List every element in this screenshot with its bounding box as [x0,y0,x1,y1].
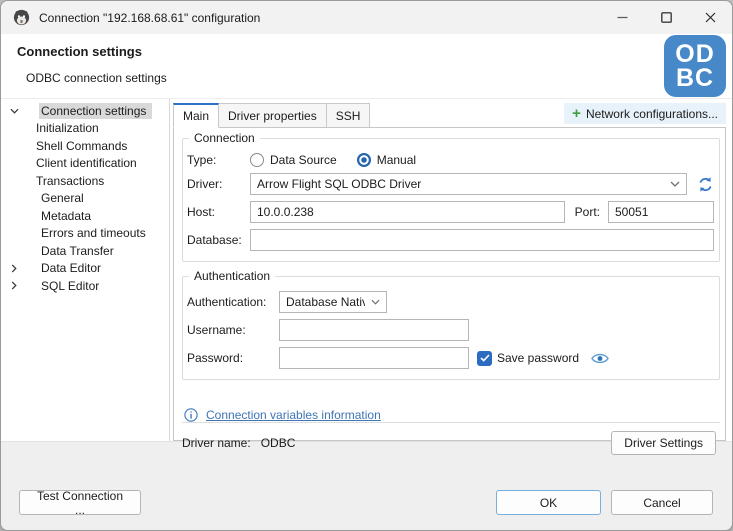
sidebar-item-label: Data Transfer [39,243,120,259]
radio-circle-icon [357,153,371,167]
port-label: Port: [575,205,600,219]
save-password-label: Save password [497,351,579,365]
close-icon [705,12,716,23]
authentication-label: Authentication: [187,295,279,309]
sidebar-item-connection-settings[interactable]: Connection settings [1,102,169,120]
title-bar: Connection "192.168.68.61" configuration [1,1,732,34]
sidebar-item-label: Errors and timeouts [39,225,152,241]
settings-tree: Connection settingsInitialization Shell C… [1,99,170,441]
network-configurations-label: Network configurations... [586,107,718,121]
connection-configuration-dialog: Connection "192.168.68.61" configuration… [0,0,733,531]
tab-ssh[interactable]: SSH [327,103,371,128]
sidebar-item-metadata[interactable]: Metadata [1,207,169,225]
odbc-logo-line2: BC [676,66,714,90]
sidebar-item-transactions[interactable]: Transactions [1,172,169,190]
maximize-icon [661,12,672,23]
sidebar-item-data-editor[interactable]: Data Editor [1,260,169,278]
variables-link-row: Connection variables information [184,408,720,422]
chevron-right-icon [7,281,21,290]
data-source-radio[interactable]: Data Source [250,153,337,167]
driver-combobox[interactable]: Arrow Flight SQL ODBC Driver [250,173,687,195]
authentication-combobox[interactable]: Database Native [279,291,387,313]
page-subtitle: ODBC connection settings [26,71,167,85]
authentication-combobox-value: Database Native [286,295,365,309]
ok-button[interactable]: OK [496,490,601,515]
sidebar-item-initialization[interactable]: Initialization [1,120,169,138]
password-input[interactable] [279,347,469,369]
type-label: Type: [187,153,250,167]
window-title: Connection "192.168.68.61" configuration [39,11,260,25]
driver-settings-button[interactable]: Driver Settings [611,431,716,455]
host-input[interactable] [250,201,565,223]
sidebar-item-errors-and-timeouts[interactable]: Errors and timeouts [1,225,169,243]
sidebar-item-label: Transactions [34,173,110,189]
sidebar-item-data-transfer[interactable]: Data Transfer [1,242,169,260]
close-button[interactable] [688,1,732,34]
driver-name-label: Driver name: [182,436,251,450]
page-title: Connection settings [17,44,142,59]
sidebar-item-label: SQL Editor [39,278,105,294]
sidebar-item-general[interactable]: General [1,190,169,208]
data-source-radio-label: Data Source [270,153,337,167]
plus-icon: + [572,106,581,121]
sidebar-item-label: Client identification [34,155,143,171]
show-password-eye-icon[interactable] [591,352,609,365]
connection-variables-link[interactable]: Connection variables information [206,408,381,422]
connection-group-legend: Connection [189,131,260,145]
driver-name-value: ODBC [261,436,296,450]
sidebar-item-label: Metadata [39,208,97,224]
sidebar-item-label: Connection settings [39,103,152,119]
driver-name-row: Driver name: ODBC Driver Settings [182,422,720,463]
cancel-button[interactable]: Cancel [611,490,713,515]
odbc-logo-line1: OD [675,42,715,66]
password-label: Password: [187,351,279,365]
save-password-checkbox[interactable] [477,351,492,366]
refresh-driver-icon[interactable] [697,176,714,193]
main-content: MainDriver propertiesSSH + Network confi… [170,99,732,441]
username-input[interactable] [279,319,469,341]
port-input[interactable] [608,201,714,223]
chevron-down-icon [670,181,680,187]
network-configurations-button[interactable]: + Network configurations... [564,103,726,124]
sidebar-item-label: Shell Commands [34,138,133,154]
chevron-down-icon [371,299,380,305]
manual-radio[interactable]: Manual [357,153,416,167]
info-icon [184,408,198,422]
manual-radio-label: Manual [377,153,416,167]
sidebar-item-client-identification[interactable]: Client identification [1,155,169,173]
database-label: Database: [187,233,250,247]
chevron-right-icon [7,264,21,273]
maximize-button[interactable] [644,1,688,34]
dialog-header: Connection settings ODBC connection sett… [1,34,732,99]
authentication-group-legend: Authentication [189,269,275,283]
driver-label: Driver: [187,177,250,191]
tab-driver-properties[interactable]: Driver properties [219,103,327,128]
authentication-group: Authentication Authentication: Database … [182,276,720,380]
minimize-icon [617,12,628,23]
sidebar-item-shell-commands[interactable]: Shell Commands [1,137,169,155]
sidebar-item-label: Initialization [34,120,105,136]
odbc-logo: OD BC [664,35,726,97]
minimize-button[interactable] [600,1,644,34]
test-connection-button[interactable]: Test Connection ... [19,490,141,515]
main-tab-panel: Connection Type: Data Source Manual [173,127,726,441]
driver-combobox-value: Arrow Flight SQL ODBC Driver [257,177,664,191]
tab-bar: MainDriver propertiesSSH + Network confi… [173,101,726,127]
tab-main[interactable]: Main [173,103,219,128]
chevron-down-icon [7,108,21,114]
database-input[interactable] [250,229,714,251]
host-label: Host: [187,205,250,219]
sidebar-item-sql-editor[interactable]: SQL Editor [1,277,169,295]
dbeaver-app-icon [13,9,30,26]
sidebar-item-label: General [39,190,90,206]
connection-group: Connection Type: Data Source Manual [182,138,720,262]
username-label: Username: [187,323,279,337]
check-icon [480,354,490,362]
sidebar-item-label: Data Editor [39,260,107,276]
radio-circle-icon [250,153,264,167]
